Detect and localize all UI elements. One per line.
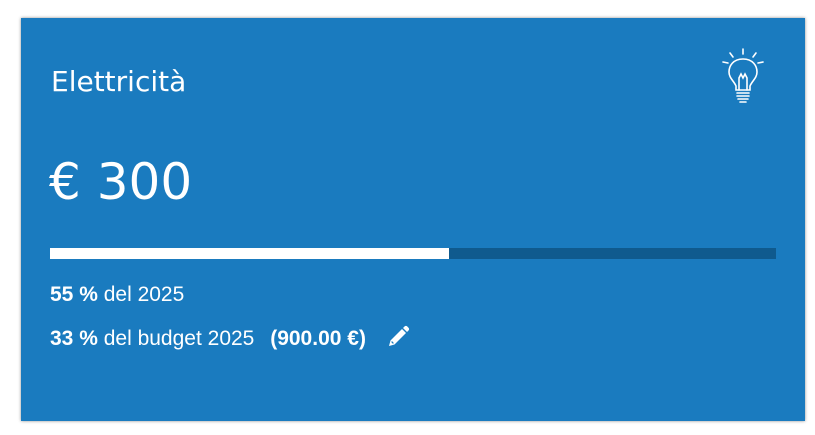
expense-card: Elettricità € 300 55 % del 2025 33 % del… xyxy=(21,18,805,421)
pencil-icon xyxy=(388,325,409,346)
budget-amount: (900.00 €) xyxy=(270,327,366,350)
year-percent: 55 % xyxy=(50,283,98,306)
progress-fill xyxy=(50,248,450,259)
progress-bar xyxy=(50,248,776,259)
year-text: del 2025 xyxy=(103,283,185,306)
budget-stat: 33 % del budget 2025 (900.00 €) xyxy=(50,325,410,352)
year-stat: 55 % del 2025 xyxy=(50,282,184,308)
edit-budget-button[interactable] xyxy=(386,325,410,349)
amount-value: € 300 xyxy=(49,153,193,211)
budget-text: del budget 2025 xyxy=(103,327,255,350)
lightbulb-icon xyxy=(722,48,764,103)
card-title: Elettricità xyxy=(51,65,187,98)
budget-percent: 33 % xyxy=(50,327,98,350)
